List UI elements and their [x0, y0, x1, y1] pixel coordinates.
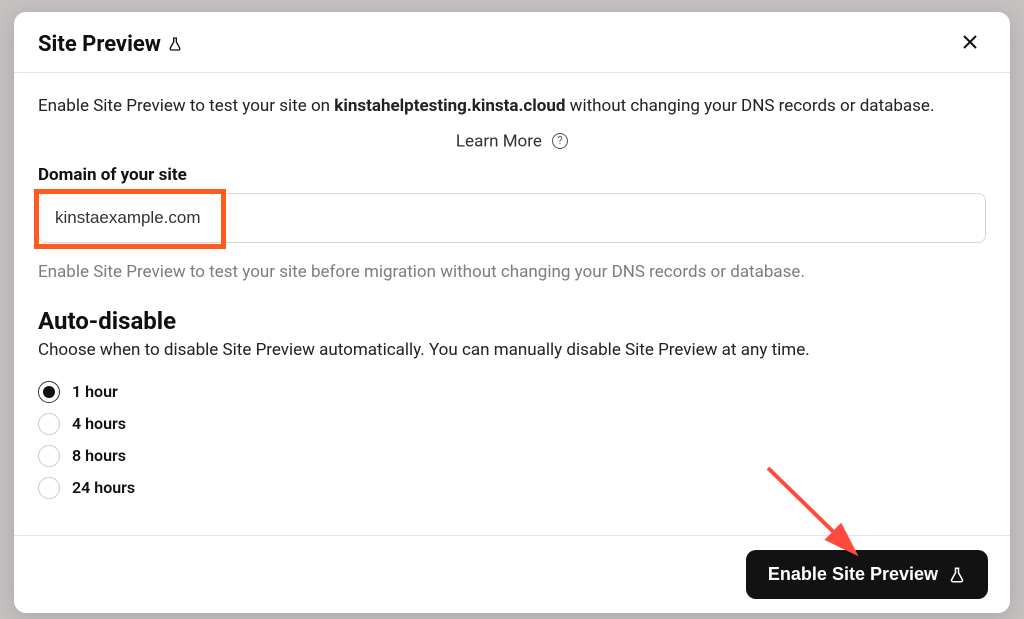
auto-disable-options: 1 hour 4 hours 8 hours 24 hours	[38, 381, 986, 499]
modal-title: Site Preview	[38, 32, 183, 57]
modal-footer: Enable Site Preview	[14, 535, 1010, 613]
flask-icon	[167, 36, 183, 52]
radio-icon	[38, 477, 60, 499]
domain-input-wrapper	[38, 193, 986, 243]
learn-more-link[interactable]: Learn More	[456, 131, 542, 151]
radio-icon	[38, 381, 60, 403]
radio-dot-icon	[43, 386, 55, 398]
domain-input[interactable]	[38, 193, 986, 243]
radio-option-24-hours[interactable]: 24 hours	[38, 477, 135, 499]
intro-text: Enable Site Preview to test your site on…	[38, 95, 986, 119]
radio-label: 24 hours	[72, 478, 135, 497]
auto-disable-title: Auto-disable	[38, 307, 986, 335]
close-icon	[962, 34, 978, 50]
radio-label: 4 hours	[72, 414, 126, 433]
learn-more-row: Learn More ?	[38, 131, 986, 152]
radio-icon	[38, 445, 60, 467]
intro-domain: kinstahelptesting.kinsta.cloud	[334, 96, 565, 116]
radio-option-4-hours[interactable]: 4 hours	[38, 413, 126, 435]
flask-icon	[948, 566, 966, 584]
modal-body: Enable Site Preview to test your site on…	[14, 73, 1010, 535]
help-icon[interactable]: ?	[552, 133, 568, 149]
site-preview-modal: Site Preview Enable Site Preview to test…	[14, 12, 1010, 613]
modal-title-text: Site Preview	[38, 32, 161, 57]
close-button[interactable]	[954, 30, 986, 58]
domain-label: Domain of your site	[38, 165, 986, 185]
hint-text: Enable Site Preview to test your site be…	[38, 261, 986, 285]
radio-option-1-hour[interactable]: 1 hour	[38, 381, 118, 403]
enable-site-preview-button[interactable]: Enable Site Preview	[746, 550, 988, 599]
button-label: Enable Site Preview	[768, 564, 938, 585]
radio-option-8-hours[interactable]: 8 hours	[38, 445, 126, 467]
radio-icon	[38, 413, 60, 435]
radio-label: 1 hour	[72, 382, 118, 401]
radio-label: 8 hours	[72, 446, 126, 465]
modal-header: Site Preview	[14, 12, 1010, 73]
intro-suffix: without changing your DNS records or dat…	[565, 96, 934, 116]
auto-disable-subtitle: Choose when to disable Site Preview auto…	[38, 339, 986, 363]
intro-prefix: Enable Site Preview to test your site on	[38, 96, 334, 116]
